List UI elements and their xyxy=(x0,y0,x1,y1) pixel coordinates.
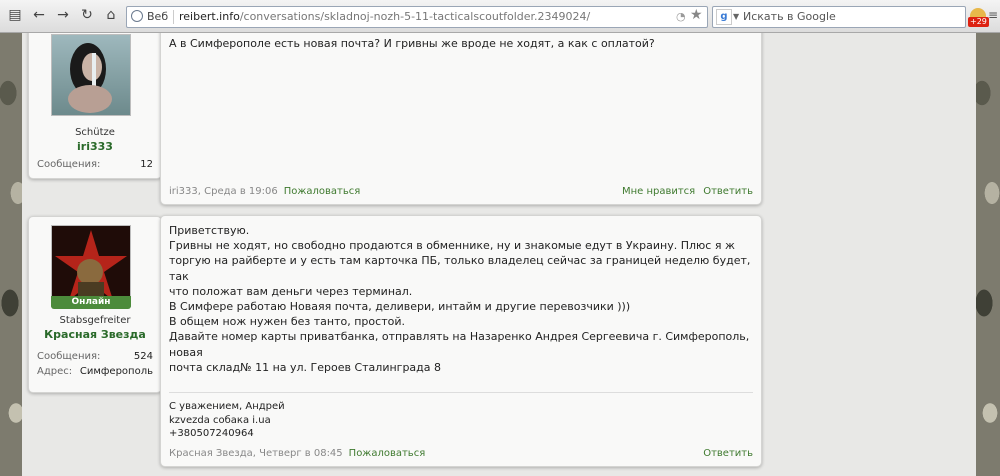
forward-icon[interactable]: → xyxy=(54,6,72,24)
url-separator xyxy=(173,10,174,24)
signature-divider xyxy=(169,392,753,393)
author-date[interactable]: Красная Звезда, Четверг в 08:45 xyxy=(169,448,343,459)
reload-icon[interactable]: ↻ xyxy=(78,6,96,24)
user-card: Онлайн Stabsgefreiter Красная Звезда Соо… xyxy=(28,216,162,393)
url-path: /conversations/skladnoj-nozh-5-11-tactic… xyxy=(239,10,591,23)
camo-background-right xyxy=(974,33,1000,476)
avatar[interactable] xyxy=(51,225,131,307)
avatar[interactable] xyxy=(51,34,131,116)
signature-line: +380507240964 xyxy=(169,428,254,439)
message-actions: Мне нравится Ответить xyxy=(614,186,753,197)
google-icon: g xyxy=(716,9,732,25)
avatar-image xyxy=(52,226,130,306)
message-actions: Ответить xyxy=(695,448,753,459)
messages-label: Сообщения: xyxy=(37,351,101,362)
extension-badge: +29 xyxy=(968,17,989,27)
conversation-content: Schütze iri333 Сообщения: 12 А в Симферо… xyxy=(22,33,976,476)
home-icon[interactable]: ⌂ xyxy=(102,6,120,24)
message-meta: iri333, Среда в 19:06 Пожаловаться xyxy=(169,186,360,197)
avatar-image xyxy=(52,35,130,115)
message-bubble: Приветствую. Гривны не ходят, но свободн… xyxy=(160,215,762,467)
chevron-down-icon[interactable]: ▼ xyxy=(733,7,739,27)
address-bar[interactable]: Веб reibert.info/conversations/skladnoj-… xyxy=(126,6,708,28)
url-host: reibert.info xyxy=(179,10,240,23)
messages-count: 12 xyxy=(140,159,153,170)
reply-link[interactable]: Ответить xyxy=(703,448,753,459)
address-value: Симферополь xyxy=(79,366,153,377)
reply-link[interactable]: Ответить xyxy=(703,186,753,197)
author-date[interactable]: iri333, Среда в 19:06 xyxy=(169,186,278,197)
user-title: Schütze xyxy=(75,127,115,138)
report-link[interactable]: Пожаловаться xyxy=(284,186,361,197)
rss-icon[interactable]: ◔ xyxy=(676,10,686,23)
message-text: Приветствую. Гривны не ходят, но свободн… xyxy=(169,224,751,374)
signature-line: kzvezda собака i.ua xyxy=(169,414,271,426)
signature: С уважением, Андрей kzvezda собака i.ua … xyxy=(169,400,285,441)
search-input[interactable]: g ▼ Искать в Google xyxy=(712,6,966,28)
username-link[interactable]: iri333 xyxy=(29,140,161,153)
search-placeholder: Искать в Google xyxy=(743,10,836,23)
messages-label: Сообщения: xyxy=(37,159,101,170)
page: Schütze iri333 Сообщения: 12 А в Симферо… xyxy=(0,33,1000,476)
messages-count: 524 xyxy=(133,351,153,362)
user-title: Stabsgefreiter xyxy=(59,315,131,326)
back-icon[interactable]: ← xyxy=(30,6,48,24)
signature-line: С уважением, Андрей xyxy=(169,401,285,412)
menu-icon[interactable]: ≡ xyxy=(988,8,998,22)
message-text: А в Симферополе есть новая почта? И грив… xyxy=(169,37,655,50)
message-bubble: А в Симферополе есть новая почта? И грив… xyxy=(160,33,762,205)
online-badge: Онлайн xyxy=(51,296,131,309)
like-link[interactable]: Мне нравится xyxy=(622,186,695,197)
user-card: Schütze iri333 Сообщения: 12 xyxy=(28,33,162,179)
report-link[interactable]: Пожаловаться xyxy=(349,448,426,459)
url-text: reibert.info/conversations/skladnoj-nozh… xyxy=(179,7,590,27)
address-label: Адрес: xyxy=(37,366,73,377)
browser-toolbar: ▤ ← → ↻ ⌂ Веб reibert.info/conversations… xyxy=(0,0,1000,33)
globe-icon xyxy=(131,10,143,22)
message-meta: Красная Звезда, Четверг в 08:45 Пожаловат… xyxy=(169,448,425,459)
url-scheme-label: Веб xyxy=(147,10,169,23)
username-link[interactable]: Красная Звезда xyxy=(29,328,161,341)
star-icon[interactable]: ★ xyxy=(690,7,703,23)
bookmarks-icon[interactable]: ▤ xyxy=(6,6,24,24)
